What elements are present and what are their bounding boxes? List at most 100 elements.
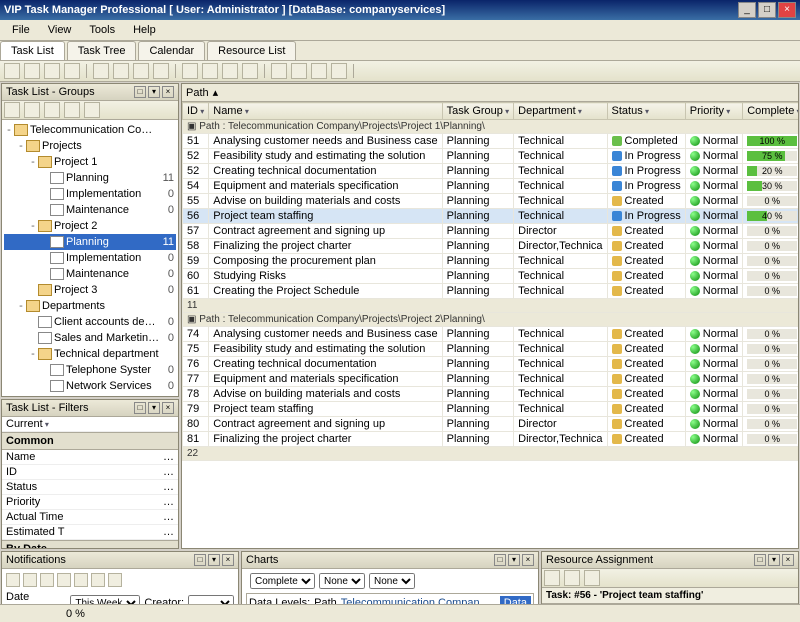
tab-resource-list[interactable]: Resource List bbox=[207, 41, 296, 60]
task-grid[interactable]: IDNameTask GroupDepartmentStatusPriority… bbox=[182, 102, 798, 461]
panel-pin-icon[interactable]: □ bbox=[134, 402, 146, 414]
task-row[interactable]: 57Contract agreement and signing upPlann… bbox=[183, 224, 799, 239]
toolbar-button-icon[interactable] bbox=[4, 63, 20, 79]
task-row[interactable]: 52Creating technical documentationPlanni… bbox=[183, 164, 799, 179]
toolbar-button-icon[interactable] bbox=[271, 63, 287, 79]
panel-menu-icon[interactable]: ▾ bbox=[148, 402, 160, 414]
toolbar-button-icon[interactable] bbox=[182, 63, 198, 79]
close-button[interactable]: × bbox=[778, 2, 796, 18]
tree-node[interactable]: Client accounts depar0 bbox=[4, 314, 176, 330]
panel-pin-icon[interactable]: □ bbox=[134, 86, 146, 98]
tree-node[interactable]: -Project 1 bbox=[4, 154, 176, 170]
tree-node[interactable]: Maintenance0 bbox=[4, 202, 176, 218]
panel-menu-icon[interactable]: ▾ bbox=[508, 554, 520, 566]
tree-tool-icon[interactable] bbox=[24, 102, 40, 118]
tree-node[interactable]: Sales and Marketing d0 bbox=[4, 330, 176, 346]
tree-node[interactable]: Maintenance0 bbox=[4, 266, 176, 282]
chart-field-1[interactable]: Complete bbox=[250, 573, 315, 589]
panel-menu-icon[interactable]: ▾ bbox=[208, 554, 220, 566]
task-group-tree[interactable]: -Telecommunication Company-Projects-Proj… bbox=[2, 120, 178, 396]
tree-tool-icon[interactable] bbox=[84, 102, 100, 118]
filter-row[interactable]: Actual Time… bbox=[2, 510, 178, 525]
data-levels-path[interactable]: Telecommunication Company\Projects\Proje… bbox=[341, 597, 496, 604]
tab-calendar[interactable]: Calendar bbox=[138, 41, 205, 60]
menu-tools[interactable]: Tools bbox=[81, 22, 123, 38]
chart-field-2[interactable]: None bbox=[319, 573, 365, 589]
panel-pin-icon[interactable]: □ bbox=[194, 554, 206, 566]
tree-node[interactable]: -Project 2 bbox=[4, 218, 176, 234]
filter-row[interactable]: ID… bbox=[2, 465, 178, 480]
panel-pin-icon[interactable]: □ bbox=[754, 554, 766, 566]
tree-tool-icon[interactable] bbox=[4, 102, 20, 118]
filter-current[interactable]: Current bbox=[6, 418, 49, 430]
notif-tool-icon[interactable] bbox=[74, 573, 88, 587]
col-task-group[interactable]: Task Group bbox=[442, 103, 514, 120]
toolbar-button-icon[interactable] bbox=[202, 63, 218, 79]
path-caret-icon[interactable]: ▴ bbox=[213, 86, 219, 99]
panel-close-icon[interactable]: × bbox=[162, 86, 174, 98]
task-row[interactable]: 74Analysing customer needs and Business … bbox=[183, 327, 799, 342]
filter-section-date[interactable]: By Date bbox=[2, 540, 178, 549]
task-row[interactable]: 78Advise on building materials and costs… bbox=[183, 387, 799, 402]
panel-pin-icon[interactable]: □ bbox=[494, 554, 506, 566]
toolbar-button-icon[interactable] bbox=[311, 63, 327, 79]
notif-tool-icon[interactable] bbox=[23, 573, 37, 587]
maximize-button[interactable]: □ bbox=[758, 2, 776, 18]
toolbar-button-icon[interactable] bbox=[291, 63, 307, 79]
toolbar-button-icon[interactable] bbox=[331, 63, 347, 79]
ra-tool-icon[interactable] bbox=[544, 570, 560, 586]
tree-node[interactable]: -Technical department bbox=[4, 346, 176, 362]
task-row[interactable]: 75Feasibility study and estimating the s… bbox=[183, 342, 799, 357]
menu-file[interactable]: File bbox=[4, 22, 38, 38]
ra-tool-icon[interactable] bbox=[564, 570, 580, 586]
data-levels-data-button[interactable]: Data bbox=[500, 596, 531, 604]
tree-node[interactable]: -Projects bbox=[4, 138, 176, 154]
task-row[interactable]: 76Creating technical documentationPlanni… bbox=[183, 357, 799, 372]
tree-tool-icon[interactable] bbox=[44, 102, 60, 118]
toolbar-button-icon[interactable] bbox=[64, 63, 80, 79]
panel-close-icon[interactable]: × bbox=[782, 554, 794, 566]
task-row[interactable]: 81Finalizing the project charterPlanning… bbox=[183, 432, 799, 447]
panel-close-icon[interactable]: × bbox=[162, 402, 174, 414]
tree-node[interactable]: Planning11 bbox=[4, 170, 176, 186]
tab-task-list[interactable]: Task List bbox=[0, 41, 65, 60]
toolbar-button-icon[interactable] bbox=[44, 63, 60, 79]
tree-node[interactable]: Telephone Syster0 bbox=[4, 362, 176, 378]
tree-node[interactable]: Planning11 bbox=[4, 234, 176, 250]
chart-field-3[interactable]: None bbox=[369, 573, 415, 589]
task-row[interactable]: 59Composing the procurement planPlanning… bbox=[183, 254, 799, 269]
toolbar-button-icon[interactable] bbox=[153, 63, 169, 79]
task-row[interactable]: 56Project team staffingPlanningTechnical… bbox=[183, 209, 799, 224]
panel-close-icon[interactable]: × bbox=[522, 554, 534, 566]
toolbar-button-icon[interactable] bbox=[242, 63, 258, 79]
task-row[interactable]: 80Contract agreement and signing upPlann… bbox=[183, 417, 799, 432]
group-row[interactable]: ▣ Path : Telecommunication Company\Proje… bbox=[183, 120, 799, 134]
minimize-button[interactable]: _ bbox=[738, 2, 756, 18]
tree-tool-icon[interactable] bbox=[64, 102, 80, 118]
toolbar-button-icon[interactable] bbox=[113, 63, 129, 79]
group-row[interactable]: ▣ Path : Telecommunication Company\Proje… bbox=[183, 313, 799, 327]
task-row[interactable]: 58Finalizing the project charterPlanning… bbox=[183, 239, 799, 254]
panel-close-icon[interactable]: × bbox=[222, 554, 234, 566]
tree-node[interactable]: Project 30 bbox=[4, 282, 176, 298]
task-row[interactable]: 60Studying RisksPlanningTechnicalCreated… bbox=[183, 269, 799, 284]
col-complete[interactable]: Complete bbox=[743, 103, 798, 120]
notif-tool-icon[interactable] bbox=[40, 573, 54, 587]
task-row[interactable]: 54Equipment and materials specificationP… bbox=[183, 179, 799, 194]
tab-task-tree[interactable]: Task Tree bbox=[67, 41, 137, 60]
col-department[interactable]: Department bbox=[514, 103, 607, 120]
panel-menu-icon[interactable]: ▾ bbox=[148, 86, 160, 98]
task-row[interactable]: 77Equipment and materials specificationP… bbox=[183, 372, 799, 387]
col-id[interactable]: ID bbox=[183, 103, 209, 120]
filter-row[interactable]: Priority… bbox=[2, 495, 178, 510]
ra-tool-icon[interactable] bbox=[584, 570, 600, 586]
filter-row[interactable]: Name… bbox=[2, 450, 178, 465]
toolbar-button-icon[interactable] bbox=[133, 63, 149, 79]
toolbar-button-icon[interactable] bbox=[93, 63, 109, 79]
col-status[interactable]: Status bbox=[607, 103, 685, 120]
filter-section-common[interactable]: Common bbox=[2, 432, 178, 450]
toolbar-button-icon[interactable] bbox=[24, 63, 40, 79]
tree-node[interactable]: -Telecommunication Company bbox=[4, 122, 176, 138]
filter-row[interactable]: Status… bbox=[2, 480, 178, 495]
task-row[interactable]: 79Project team staffingPlanningTechnical… bbox=[183, 402, 799, 417]
